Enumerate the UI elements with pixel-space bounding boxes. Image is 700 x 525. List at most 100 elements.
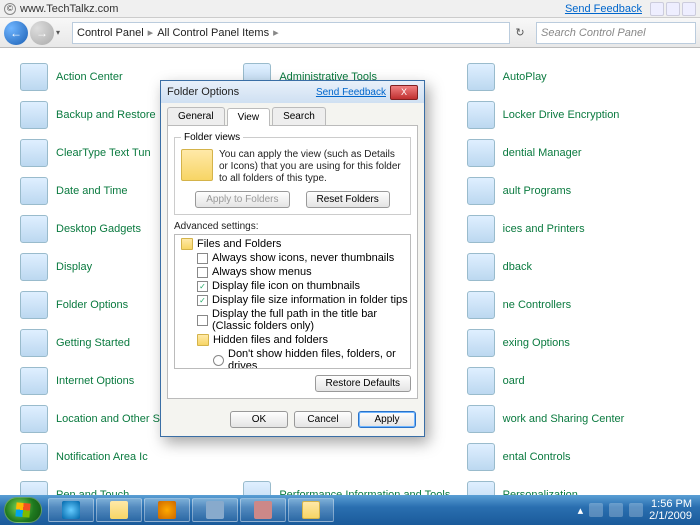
cp-item-link[interactable]: ault Programs bbox=[503, 185, 571, 197]
control-panel-item[interactable]: work and Sharing Center bbox=[467, 402, 680, 436]
control-panel-item[interactable]: Locker Drive Encryption bbox=[467, 98, 680, 132]
ok-button[interactable]: OK bbox=[230, 411, 288, 428]
cp-item-icon bbox=[467, 215, 495, 243]
control-panel-item[interactable]: AutoPlay bbox=[467, 60, 680, 94]
forward-button[interactable]: → bbox=[30, 21, 54, 45]
cp-item-icon bbox=[20, 367, 48, 395]
start-button[interactable] bbox=[4, 497, 42, 523]
cp-item-icon bbox=[467, 367, 495, 395]
taskbar-app-button[interactable] bbox=[192, 498, 238, 522]
dialog-buttons: OK Cancel Apply bbox=[161, 405, 424, 436]
dialog-send-feedback-link[interactable]: Send Feedback bbox=[316, 87, 386, 98]
toolbar-icon[interactable] bbox=[682, 2, 696, 16]
taskbar[interactable]: ▴ 1:56 PM 2/1/2009 bbox=[0, 495, 700, 525]
clock[interactable]: 1:56 PM 2/1/2009 bbox=[649, 498, 692, 522]
control-panel-item[interactable]: ne Controllers bbox=[467, 288, 680, 322]
windows-logo-icon bbox=[15, 502, 30, 517]
apply-button[interactable]: Apply bbox=[358, 411, 416, 428]
volume-icon[interactable] bbox=[629, 503, 643, 517]
tree-option[interactable]: Always show icons, never thumbnails bbox=[177, 251, 408, 265]
control-panel-item[interactable]: ices and Printers bbox=[467, 212, 680, 246]
tree-option[interactable]: Display the full path in the title bar (… bbox=[177, 307, 408, 333]
close-button[interactable]: X bbox=[390, 85, 418, 100]
checkbox-icon bbox=[197, 315, 208, 326]
breadcrumb[interactable]: Control Panel ▸ All Control Panel Items … bbox=[72, 22, 510, 44]
cp-item-link[interactable]: Date and Time bbox=[56, 185, 128, 197]
cp-item-link[interactable]: Notification Area Ic bbox=[56, 451, 148, 463]
control-panel-item[interactable]: Notification Area Ic bbox=[20, 440, 233, 474]
cp-item-link[interactable]: work and Sharing Center bbox=[503, 413, 625, 425]
control-panel-item[interactable]: dential Manager bbox=[467, 136, 680, 170]
taskbar-app-button[interactable] bbox=[240, 498, 286, 522]
search-input[interactable]: Search Control Panel bbox=[536, 22, 696, 44]
cp-item-link[interactable]: dential Manager bbox=[503, 147, 582, 159]
tree-option[interactable]: ✓Display file icon on thumbnails bbox=[177, 279, 408, 293]
breadcrumb-item[interactable]: All Control Panel Items bbox=[157, 27, 269, 39]
taskbar-explorer-window-button[interactable] bbox=[288, 498, 334, 522]
cp-item-link[interactable]: ne Controllers bbox=[503, 299, 571, 311]
tab-general[interactable]: General bbox=[167, 107, 225, 125]
control-panel-item[interactable]: oard bbox=[467, 364, 680, 398]
control-panel-item bbox=[243, 440, 456, 474]
cp-item-icon bbox=[20, 215, 48, 243]
chevron-right-icon: ▸ bbox=[148, 26, 154, 39]
cp-item-link[interactable]: Getting Started bbox=[56, 337, 130, 349]
cp-item-link[interactable]: Action Center bbox=[56, 71, 123, 83]
tree-header-files: Files and Folders bbox=[177, 237, 408, 251]
radio-icon bbox=[213, 355, 224, 366]
restore-defaults-button[interactable]: Restore Defaults bbox=[315, 375, 411, 392]
system-tray[interactable]: ▴ 1:56 PM 2/1/2009 bbox=[578, 498, 696, 522]
breadcrumb-item[interactable]: Control Panel bbox=[77, 27, 144, 39]
cp-item-link[interactable]: Desktop Gadgets bbox=[56, 223, 141, 235]
advanced-settings-tree[interactable]: Files and Folders Always show icons, nev… bbox=[174, 234, 411, 369]
cp-item-link[interactable]: Backup and Restore bbox=[56, 109, 156, 121]
cp-item-link[interactable]: Display bbox=[56, 261, 92, 273]
dialog-titlebar[interactable]: Folder Options Send Feedback X bbox=[161, 81, 424, 103]
tree-header-hidden: Hidden files and folders bbox=[177, 333, 408, 347]
cp-item-link[interactable]: ices and Printers bbox=[503, 223, 585, 235]
taskbar-explorer-button[interactable] bbox=[96, 498, 142, 522]
cp-item-icon bbox=[467, 177, 495, 205]
refresh-icon[interactable]: ↻ bbox=[510, 26, 530, 39]
cp-item-link[interactable]: ClearType Text Tun bbox=[56, 147, 151, 159]
control-panel-item[interactable]: ental Controls bbox=[467, 440, 680, 474]
folder-views-text: You can apply the view (such as Details … bbox=[219, 149, 404, 185]
tab-search[interactable]: Search bbox=[272, 107, 326, 125]
cp-item-link[interactable]: Locker Drive Encryption bbox=[503, 109, 620, 121]
control-panel-item[interactable]: Pen and Touch bbox=[20, 478, 233, 495]
cp-item-link[interactable]: Internet Options bbox=[56, 375, 134, 387]
tab-view-body: Folder views You can apply the view (suc… bbox=[167, 125, 418, 399]
network-icon[interactable] bbox=[609, 503, 623, 517]
back-button[interactable]: ← bbox=[4, 21, 28, 45]
control-panel-item[interactable]: dback bbox=[467, 250, 680, 284]
taskbar-wmp-button[interactable] bbox=[144, 498, 190, 522]
reset-folders-button[interactable]: Reset Folders bbox=[306, 191, 390, 208]
control-panel-item[interactable]: Personalization bbox=[467, 478, 680, 495]
cp-item-link[interactable]: exing Options bbox=[503, 337, 570, 349]
cp-item-link[interactable]: ental Controls bbox=[503, 451, 571, 463]
control-panel-item[interactable]: Performance Information and Tools bbox=[243, 478, 456, 495]
tray-expand-icon[interactable]: ▴ bbox=[578, 504, 584, 517]
taskbar-ie-button[interactable] bbox=[48, 498, 94, 522]
toolbar-icon[interactable] bbox=[666, 2, 680, 16]
cp-item-link[interactable]: AutoPlay bbox=[503, 71, 547, 83]
tab-view[interactable]: View bbox=[227, 108, 271, 126]
nav-history-dropdown[interactable]: ▾ bbox=[56, 28, 68, 37]
flag-icon[interactable] bbox=[589, 503, 603, 517]
control-panel-item[interactable]: exing Options bbox=[467, 326, 680, 360]
cp-item-icon bbox=[467, 101, 495, 129]
tree-option[interactable]: Always show menus bbox=[177, 265, 408, 279]
cp-item-link[interactable]: Folder Options bbox=[56, 299, 128, 311]
tree-radio-option[interactable]: Don't show hidden files, folders, or dri… bbox=[177, 347, 408, 369]
cancel-button[interactable]: Cancel bbox=[294, 411, 352, 428]
control-panel-item[interactable]: ault Programs bbox=[467, 174, 680, 208]
send-feedback-link[interactable]: Send Feedback bbox=[565, 3, 642, 15]
cp-item-icon bbox=[467, 405, 495, 433]
cp-item-link[interactable]: dback bbox=[503, 261, 532, 273]
tree-option[interactable]: ✓Display file size information in folder… bbox=[177, 293, 408, 307]
cp-item-icon bbox=[20, 177, 48, 205]
toolbar-icon[interactable] bbox=[650, 2, 664, 16]
checkbox-icon: ✓ bbox=[197, 295, 208, 306]
apply-to-folders-button[interactable]: Apply to Folders bbox=[195, 191, 289, 208]
cp-item-link[interactable]: oard bbox=[503, 375, 525, 387]
